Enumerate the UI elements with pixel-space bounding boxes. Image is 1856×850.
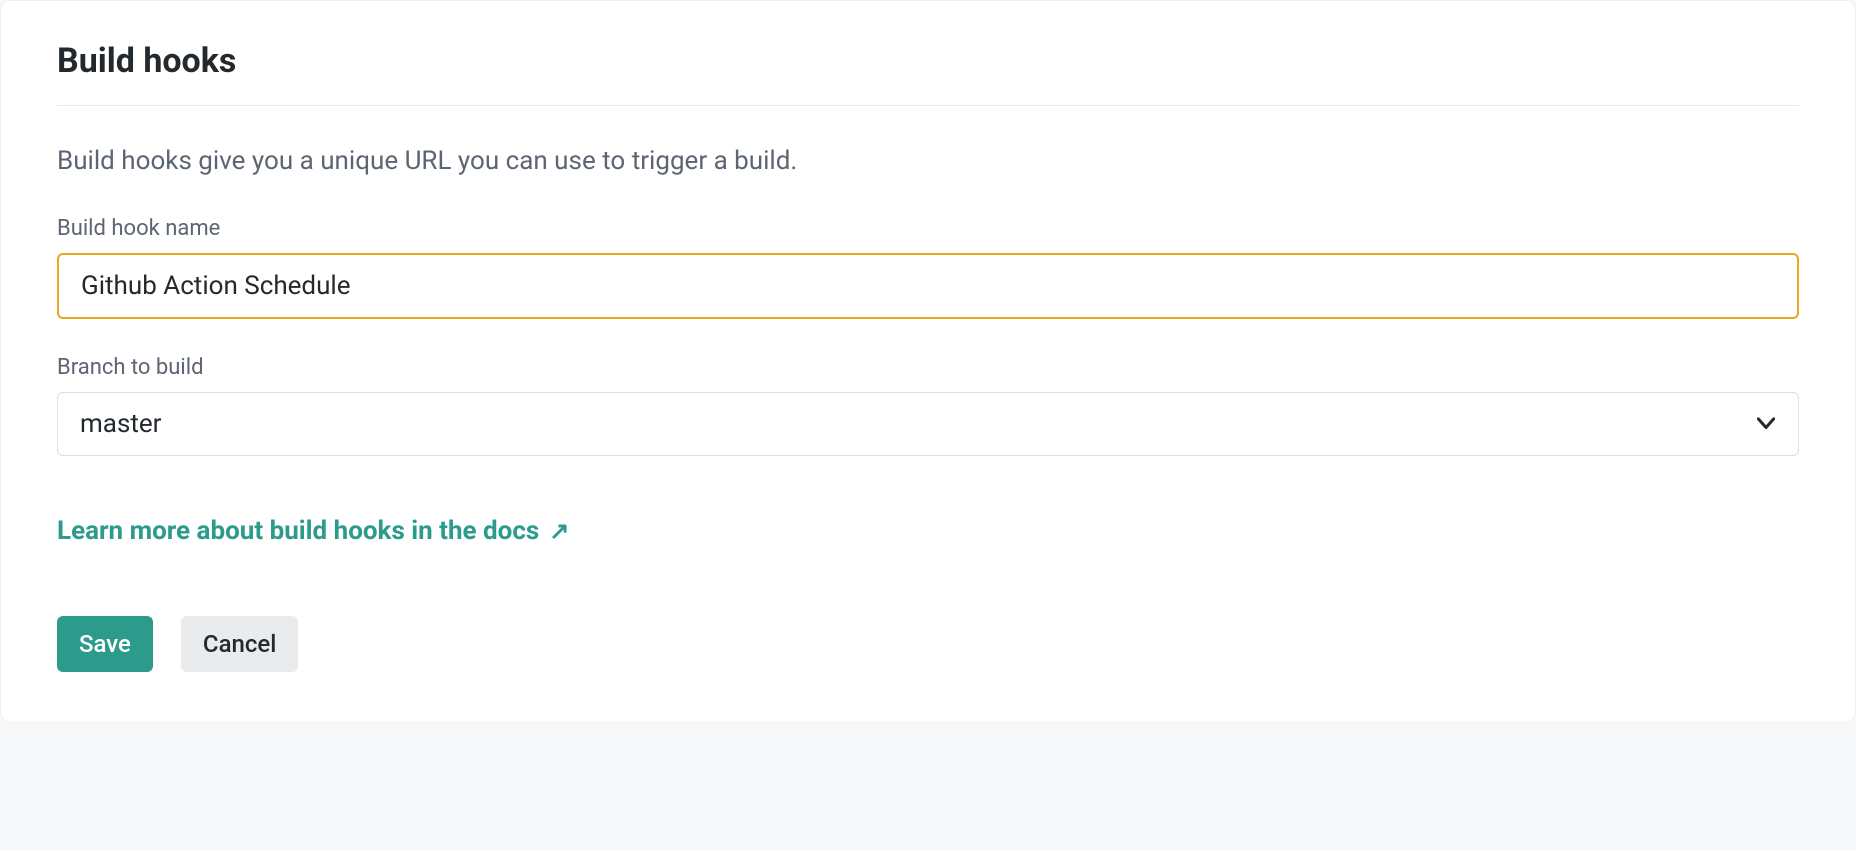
build-hooks-panel: Build hooks Build hooks give you a uniqu… — [0, 0, 1856, 723]
section-description: Build hooks give you a unique URL you ca… — [57, 146, 1799, 176]
save-button[interactable]: Save — [57, 616, 153, 672]
learn-more-link[interactable]: Learn more about build hooks in the docs… — [57, 516, 569, 546]
hook-name-input[interactable] — [57, 253, 1799, 319]
branch-field: Branch to build master — [57, 355, 1799, 456]
branch-select[interactable]: master — [57, 392, 1799, 456]
branch-label: Branch to build — [57, 355, 1799, 380]
hook-name-label: Build hook name — [57, 216, 1799, 241]
hook-name-field: Build hook name — [57, 216, 1799, 355]
branch-select-wrapper: master — [57, 392, 1799, 456]
section-title: Build hooks — [57, 41, 1799, 81]
learn-more-text: Learn more about build hooks in the docs — [57, 516, 539, 546]
button-row: Save Cancel — [57, 616, 1799, 672]
divider — [57, 105, 1799, 106]
external-link-icon: ↗ — [549, 517, 569, 545]
cancel-button[interactable]: Cancel — [181, 616, 298, 672]
